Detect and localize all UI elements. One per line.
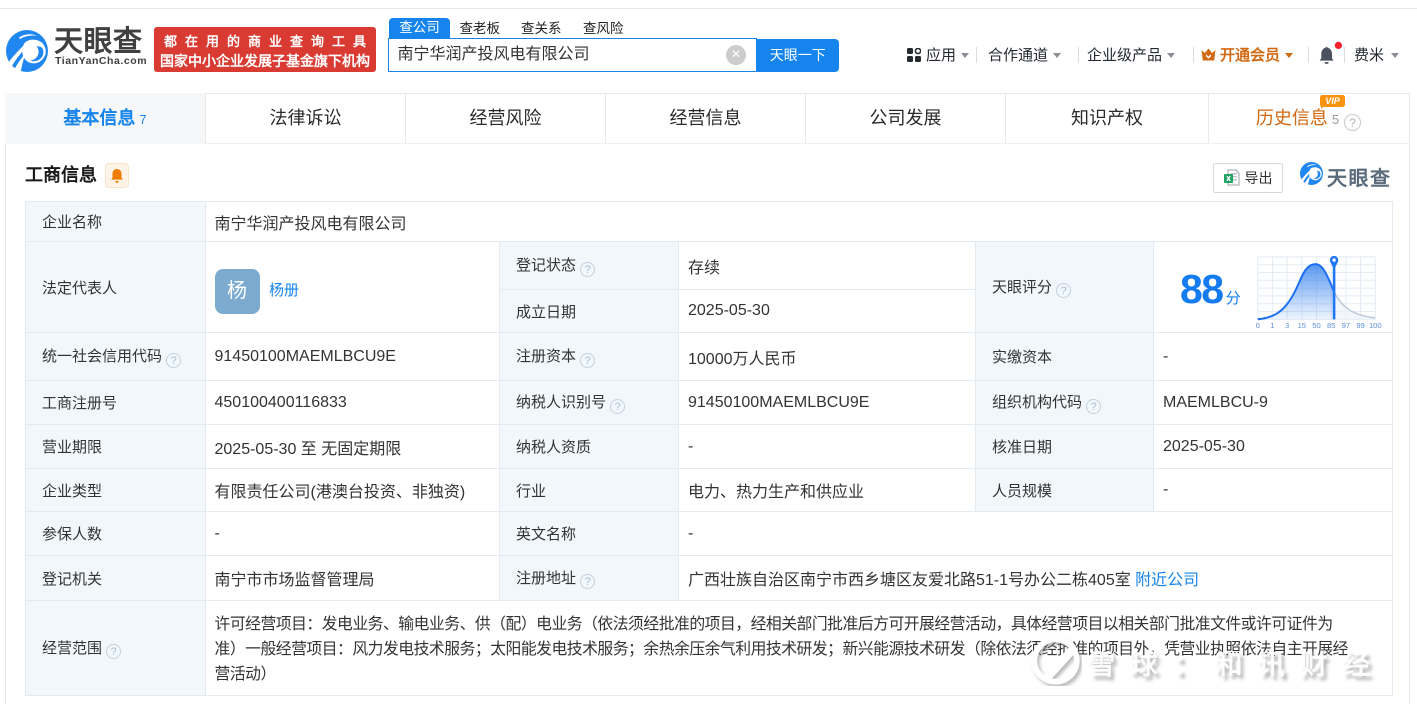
svg-text:15: 15 xyxy=(1298,321,1306,330)
svg-text:100: 100 xyxy=(1369,321,1382,330)
svg-text:3: 3 xyxy=(1285,321,1289,330)
svg-text:85: 85 xyxy=(1327,321,1335,330)
svg-text:99: 99 xyxy=(1356,321,1364,330)
svg-text:97: 97 xyxy=(1342,321,1350,330)
svg-text:50: 50 xyxy=(1312,321,1320,330)
svg-text:1: 1 xyxy=(1270,321,1274,330)
svg-text:0: 0 xyxy=(1256,321,1260,330)
